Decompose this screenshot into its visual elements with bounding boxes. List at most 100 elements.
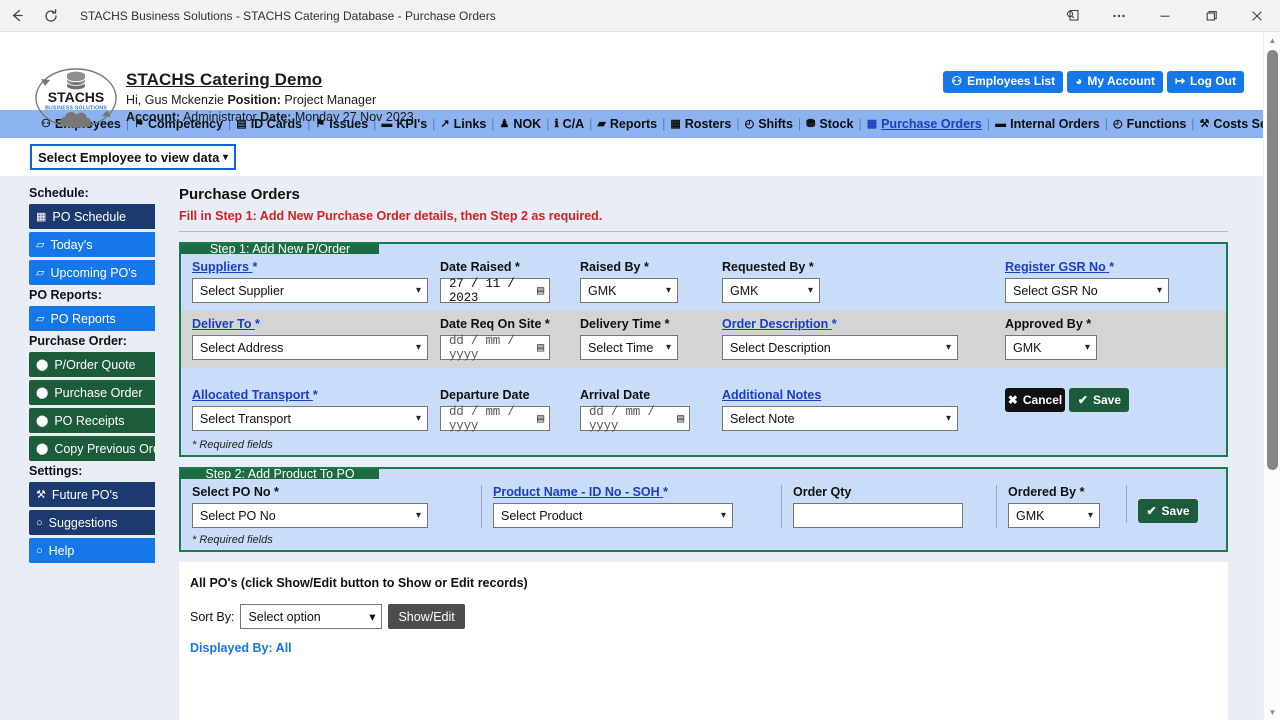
- calendar-icon[interactable]: ▤: [537, 340, 544, 355]
- order-qty-input[interactable]: [793, 503, 963, 528]
- nav-item-shifts[interactable]: ◴ Shifts: [740, 117, 798, 131]
- date-req-field: Date Req On Site * dd / mm / yyyy ▤: [429, 317, 569, 362]
- reload-icon[interactable]: [34, 0, 68, 32]
- requested-by-select[interactable]: GMK ▾: [722, 278, 820, 303]
- site-title[interactable]: STACHS Catering Demo: [126, 70, 414, 90]
- raised-by-select[interactable]: GMK ▾: [580, 278, 678, 303]
- sidebar-heading-schedule: Schedule:: [29, 186, 89, 200]
- sidebar-item-suggestions[interactable]: ○ Suggestions: [29, 510, 172, 535]
- nav-item-links[interactable]: ↗ Links: [435, 117, 491, 131]
- departure-date-input[interactable]: dd / mm / yyyy ▤: [440, 405, 550, 433]
- nav-label-nok: NOK: [513, 117, 542, 131]
- calendar-icon[interactable]: ▤: [537, 283, 544, 298]
- chevron-down-icon: ▾: [665, 285, 671, 296]
- close-icon[interactable]: [1234, 0, 1280, 32]
- allocated-transport-field: Allocated Transport * Select Transport ▾: [181, 388, 429, 431]
- register-gsr-select[interactable]: Select GSR No ▾: [1005, 278, 1169, 303]
- nav-item-functions[interactable]: ◴ Functions: [1108, 117, 1191, 131]
- chevron-down-icon: ▾: [369, 610, 376, 624]
- log-out-button[interactable]: ↦ Log Out: [1166, 71, 1244, 93]
- calendar-icon[interactable]: ▤: [677, 411, 684, 426]
- step1-row-1: Suppliers * Select Supplier ▾ Date Raise…: [181, 254, 1226, 311]
- requested-by-field: Requested By * GMK ▾: [711, 260, 994, 303]
- nav-item-ca[interactable]: ℹ C/A: [549, 117, 589, 131]
- sidebar-item-todays[interactable]: ▱ Today's: [29, 232, 172, 257]
- displayed-by-text: Displayed By: All: [190, 641, 292, 655]
- order-qty-field: Order Qty: [781, 485, 996, 528]
- step1-save-button[interactable]: ✔ Save: [1069, 388, 1130, 412]
- step2-save-button[interactable]: ✔ Save: [1138, 499, 1198, 523]
- employee-select-strip: Select Employee to view data ▾: [0, 138, 1263, 176]
- vertical-scrollbar[interactable]: ▲ ▼: [1263, 32, 1280, 720]
- maximize-icon[interactable]: [1188, 0, 1234, 32]
- svg-text:STACHS: STACHS: [48, 89, 105, 105]
- sidebar-item-po-schedule[interactable]: ▦ PO Schedule: [29, 204, 172, 229]
- sidebar-item-help[interactable]: ○ Help: [29, 538, 172, 563]
- nav-item-nok[interactable]: ♟ NOK: [495, 117, 547, 131]
- ordered-by-select[interactable]: GMK ▾: [1008, 503, 1100, 528]
- scrollbar-thumb[interactable]: [1267, 50, 1278, 470]
- delivery-time-select[interactable]: Select Time ▾: [580, 335, 678, 360]
- minimize-icon[interactable]: [1142, 0, 1188, 32]
- position-value: Project Manager: [284, 93, 377, 107]
- cancel-button[interactable]: ✖ Cancel: [1005, 388, 1065, 412]
- nav-item-internal-orders[interactable]: ▬ Internal Orders: [990, 117, 1105, 131]
- main-area: Schedule: ▦ PO Schedule ▱ Today's ▱ Upco…: [0, 176, 1266, 720]
- date-raised-input[interactable]: 27 / 11 / 2023 ▤: [440, 277, 550, 305]
- scroll-up-arrow[interactable]: ▲: [1264, 32, 1280, 48]
- calendar-icon[interactable]: ▤: [537, 411, 544, 426]
- nav-item-reports[interactable]: ▰ Reports: [592, 117, 662, 131]
- more-options-icon[interactable]: [1096, 0, 1142, 32]
- browser-chrome: STACHS Business Solutions - STACHS Cater…: [0, 0, 1280, 32]
- raised-by-value: GMK: [588, 283, 617, 298]
- suppliers-field: Suppliers * Select Supplier ▾: [181, 260, 429, 303]
- sidebar-label-po-reports: PO Reports: [50, 311, 116, 326]
- arrival-date-field: Arrival Date dd / mm / yyyy ▤: [569, 388, 711, 433]
- step2-tab[interactable]: Step 2: Add Product To PO: [181, 468, 379, 480]
- delivery-time-value: Select Time: [588, 340, 654, 355]
- sidebar-item-porder-quote[interactable]: ⬤ P/Order Quote: [29, 352, 172, 377]
- select-po-no-select[interactable]: Select PO No ▾: [192, 503, 428, 528]
- sidebar-item-po-receipts[interactable]: ⬤ PO Receipts: [29, 408, 172, 433]
- select-po-no-value: Select PO No: [200, 508, 276, 523]
- my-account-button[interactable]: ◕ My Account: [1067, 71, 1163, 93]
- sidebar-item-future-pos[interactable]: ⚒ Future PO's: [29, 482, 172, 507]
- nav-item-purchase-orders[interactable]: ▦ Purchase Orders: [862, 117, 987, 131]
- date-req-input[interactable]: dd / mm / yyyy ▤: [440, 334, 550, 362]
- order-description-select[interactable]: Select Description ▾: [722, 335, 958, 360]
- show-edit-button[interactable]: Show/Edit: [388, 604, 465, 629]
- scroll-down-arrow[interactable]: ▼: [1264, 704, 1280, 720]
- nav-item-costs-settings[interactable]: ⚒Costs Settings: [1195, 117, 1263, 131]
- nav-item-stock[interactable]: ⛃ Stock: [801, 117, 858, 131]
- additional-notes-select[interactable]: Select Note ▾: [722, 406, 958, 431]
- employees-list-button[interactable]: ⚇ Employees List: [943, 71, 1064, 93]
- deliver-to-select[interactable]: Select Address ▾: [192, 335, 428, 360]
- logout-icon: ↦: [1174, 74, 1186, 88]
- step2-action: ✔ Save: [1126, 485, 1226, 523]
- sidebar-item-po-reports[interactable]: ▱ PO Reports: [29, 306, 172, 331]
- close-icon: ✖: [1007, 393, 1018, 407]
- site-header: STACHS BUSINESS SOLUTIONS STACHS Caterin…: [0, 32, 1263, 128]
- chevron-down-icon: ▾: [945, 342, 951, 353]
- split-screen-icon[interactable]: [1050, 0, 1096, 32]
- suppliers-select[interactable]: Select Supplier ▾: [192, 278, 428, 303]
- svg-text:BUSINESS SOLUTIONS: BUSINESS SOLUTIONS: [45, 106, 107, 112]
- sort-by-select[interactable]: Select option ▾: [240, 604, 383, 629]
- approved-by-select[interactable]: GMK ▾: [1005, 335, 1097, 360]
- sidebar-item-purchase-order[interactable]: ⬤ Purchase Order: [29, 380, 172, 405]
- back-arrow-icon[interactable]: [0, 0, 34, 32]
- allocated-transport-select[interactable]: Select Transport ▾: [192, 406, 428, 431]
- nav-item-rosters[interactable]: ▦ Rosters: [665, 117, 736, 131]
- order-description-value: Select Description: [730, 340, 831, 355]
- employee-select-dropdown[interactable]: Select Employee to view data ▾: [30, 144, 236, 170]
- cart-icon: ⛃: [806, 117, 816, 130]
- arrival-date-input[interactable]: dd / mm / yyyy ▤: [580, 405, 690, 433]
- order-description-field: Order Description * Select Description ▾: [711, 317, 994, 360]
- chevron-down-icon: ▾: [945, 413, 951, 424]
- sidebar-item-copy-previous-order[interactable]: ⬤ Copy Previous Order: [29, 436, 172, 461]
- requested-by-label: Requested By *: [722, 260, 814, 274]
- product-name-select[interactable]: Select Product ▾: [493, 503, 733, 528]
- step1-tab[interactable]: Step 1: Add New P/Order: [181, 243, 379, 255]
- sidebar-item-upcoming-pos[interactable]: ▱ Upcoming PO's: [29, 260, 172, 285]
- speech-bubble-icon: ○: [36, 544, 43, 557]
